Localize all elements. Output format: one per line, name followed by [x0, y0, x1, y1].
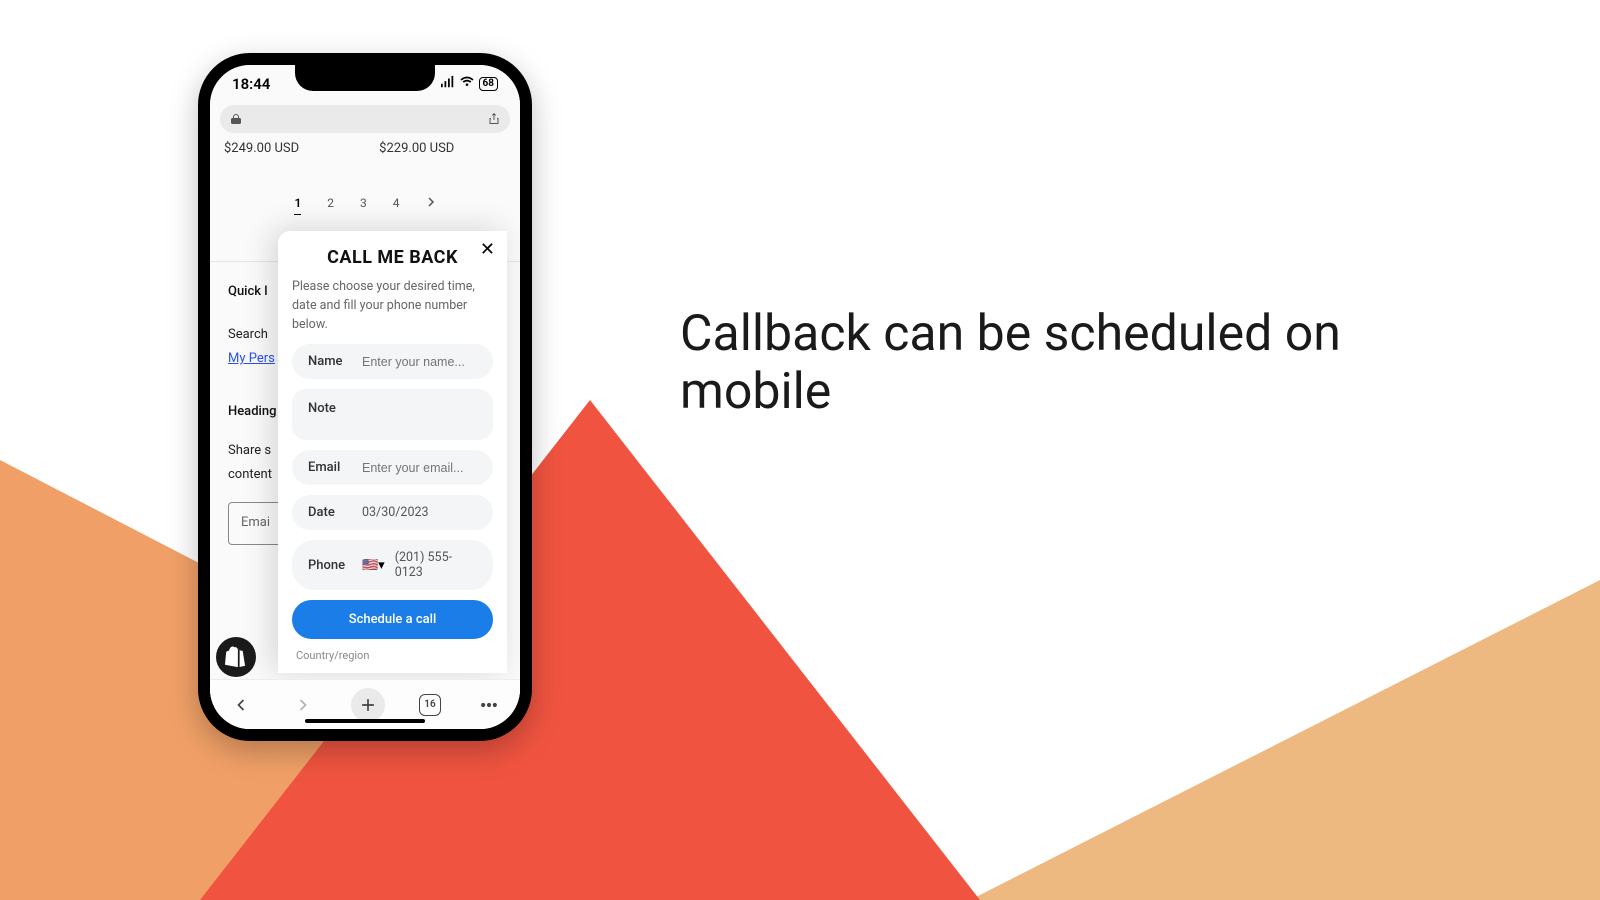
tabs-button[interactable]: 16	[419, 694, 441, 716]
home-indicator	[305, 719, 425, 723]
email-label: Email	[308, 460, 352, 475]
page-2[interactable]: 2	[327, 196, 334, 215]
close-icon[interactable]: ✕	[480, 241, 495, 259]
phone-field[interactable]: Phone 🇺🇸▾ (201) 555-0123	[292, 540, 493, 590]
phone-value: (201) 555-0123	[395, 550, 477, 580]
wifi-icon	[460, 75, 474, 93]
more-button[interactable]	[475, 691, 503, 719]
modal-description: Please choose your desired time, date an…	[292, 278, 493, 334]
page-next[interactable]	[426, 196, 436, 215]
cellular-icon	[441, 75, 455, 93]
browser-url-bar[interactable]	[220, 105, 510, 133]
flag-us-icon[interactable]: 🇺🇸▾	[362, 558, 385, 573]
back-button[interactable]	[227, 691, 255, 719]
new-tab-button[interactable]	[351, 688, 385, 722]
page-4[interactable]: 4	[393, 196, 400, 215]
note-label: Note	[308, 401, 352, 416]
name-field[interactable]: Name	[292, 344, 493, 379]
phone-notch	[295, 63, 435, 91]
shopify-badge-icon[interactable]	[216, 637, 256, 677]
callback-modal: ✕ CALL ME BACK Please choose your desire…	[278, 231, 507, 673]
name-input[interactable]	[362, 355, 507, 369]
date-field[interactable]: Date 03/30/2023	[292, 495, 493, 530]
my-pers-link[interactable]: My Pers	[228, 351, 275, 366]
price-right: $229.00 USD	[379, 141, 454, 156]
share-icon[interactable]	[488, 110, 500, 129]
forward-button[interactable]	[289, 691, 317, 719]
phone-label: Phone	[308, 558, 352, 573]
bg-triangle-right	[970, 580, 1600, 900]
lock-icon	[230, 110, 242, 129]
note-field[interactable]: Note	[292, 389, 493, 440]
date-label: Date	[308, 505, 352, 520]
phone-frame: 18:44 68 $249.00 USD $229.00	[198, 53, 532, 741]
date-value: 03/30/2023	[362, 505, 477, 520]
page-3[interactable]: 3	[360, 196, 367, 215]
schedule-call-button[interactable]: Schedule a call	[292, 600, 493, 639]
pagination: 1 2 3 4	[222, 196, 508, 215]
country-region-label: Country/region	[292, 649, 493, 662]
email-input-modal[interactable]	[362, 461, 507, 475]
modal-title: CALL ME BACK	[292, 247, 493, 268]
battery-icon: 68	[479, 77, 498, 91]
phone-screen: 18:44 68 $249.00 USD $229.00	[210, 65, 520, 729]
status-time: 18:44	[232, 75, 270, 93]
email-field[interactable]: Email	[292, 450, 493, 485]
page-1[interactable]: 1	[294, 196, 301, 215]
price-left: $249.00 USD	[224, 141, 299, 156]
headline-text: Callback can be scheduled on mobile	[680, 306, 1400, 421]
name-label: Name	[308, 354, 352, 369]
